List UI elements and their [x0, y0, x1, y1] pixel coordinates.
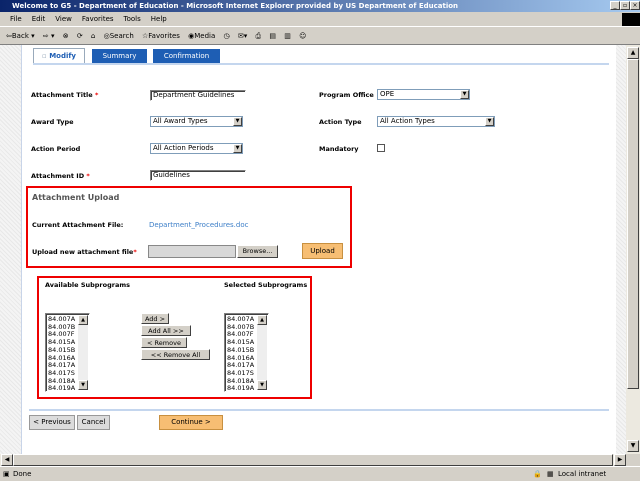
mandatory-label: Mandatory	[319, 145, 359, 153]
browser-viewport: ▫ Modify Summary Confirmation Attachment…	[0, 45, 626, 454]
chevron-down-icon: ▼	[233, 117, 242, 126]
scroll-thumb[interactable]	[627, 59, 639, 389]
action-period-select[interactable]: All Action Periods ▼	[150, 143, 243, 154]
add-button[interactable]: Add >	[141, 313, 169, 324]
minimize-button[interactable]: _	[610, 1, 620, 10]
mandatory-checkbox[interactable]	[377, 144, 385, 152]
edit-icon[interactable]: ▤	[269, 32, 276, 40]
tab-confirmation[interactable]: Confirmation	[153, 49, 220, 64]
new-file-label: Upload new attachment file*	[32, 248, 137, 256]
award-type-label: Award Type	[31, 118, 74, 126]
attachment-title-input[interactable]: Department Guidelines	[150, 90, 246, 101]
scroll-down-icon[interactable]: ▼	[627, 440, 639, 452]
current-file-label: Current Attachment File:	[32, 221, 124, 229]
attachment-upload-section: Attachment Upload Current Attachment Fil…	[26, 186, 352, 268]
previous-button[interactable]: < Previous	[29, 415, 75, 430]
browse-button[interactable]: Browse...	[237, 245, 278, 258]
window-title: Welcome to G5 - Department of Education …	[12, 2, 459, 10]
maximize-button[interactable]: ▫	[620, 1, 630, 10]
file-path-input[interactable]	[148, 245, 236, 258]
zone-text: Local intranet	[558, 470, 607, 478]
chevron-down-icon: ▼	[233, 144, 242, 153]
scroll-left-icon[interactable]: ◀	[1, 454, 13, 466]
scroll-thumb[interactable]	[13, 454, 613, 466]
award-type-select[interactable]: All Award Types ▼	[150, 116, 243, 127]
menu-view[interactable]: View	[55, 15, 72, 23]
available-subprograms-list[interactable]: 84.007A 84.007B 84.007F 84.015A 84.015B 84.01…	[45, 313, 90, 392]
home-icon[interactable]: ⌂	[91, 32, 95, 40]
messenger-icon[interactable]: ☺	[299, 32, 306, 40]
toolbar: ⇦Back ▾ ⇨ ▾ ⊗ ⟳ ⌂ ◎Search ☆Favorites ◉Me…	[0, 27, 640, 45]
scroll-down-icon[interactable]: ▼	[78, 380, 88, 390]
stop-icon[interactable]: ⊗	[63, 32, 69, 40]
menu-tools[interactable]: Tools	[124, 15, 141, 23]
print-icon[interactable]: ⎙	[256, 32, 262, 40]
back-button[interactable]: ⇦Back ▾	[6, 32, 35, 40]
tab-summary[interactable]: Summary	[92, 49, 147, 64]
intranet-icon: ▦	[547, 470, 554, 478]
current-file-link[interactable]: Department_Procedures.doc	[149, 221, 248, 229]
scrollbar[interactable]: ▲ ▼	[257, 315, 267, 390]
scroll-up-icon[interactable]: ▲	[257, 315, 267, 325]
upload-button[interactable]: Upload	[302, 243, 343, 259]
ie-page-icon: ▣	[3, 470, 10, 478]
chevron-down-icon: ▼	[485, 117, 494, 126]
scroll-down-icon[interactable]: ▼	[257, 380, 267, 390]
mail-icon[interactable]: ✉▾	[238, 32, 247, 40]
media-button[interactable]: ◉Media	[188, 32, 215, 40]
horizontal-scrollbar[interactable]: ◀ ▶	[0, 454, 626, 466]
close-button[interactable]: ×	[630, 1, 640, 10]
upload-heading: Attachment Upload	[32, 193, 120, 202]
status-text: Done	[13, 470, 32, 478]
history-icon[interactable]: ◷	[224, 32, 230, 40]
selected-subprograms-label: Selected Subprograms	[224, 281, 308, 289]
selected-subprograms-list[interactable]: 84.007A 84.007B 84.007F 84.015A 84.015B 84.01…	[224, 313, 269, 392]
scroll-right-icon[interactable]: ▶	[614, 454, 626, 466]
action-type-select[interactable]: All Action Types ▼	[377, 116, 495, 127]
available-subprograms-label: Available Subprograms	[45, 281, 130, 289]
program-office-select[interactable]: OPE ▼	[377, 89, 470, 100]
menu-help[interactable]: Help	[151, 15, 167, 23]
lock-icon: 🔒	[533, 470, 542, 478]
divider	[33, 63, 609, 65]
forward-button[interactable]: ⇨ ▾	[43, 32, 55, 40]
scroll-up-icon[interactable]: ▲	[78, 315, 88, 325]
action-period-label: Action Period	[31, 145, 81, 153]
title-bar: Welcome to G5 - Department of Education …	[0, 0, 640, 12]
page-content: ▫ Modify Summary Confirmation Attachment…	[21, 45, 616, 454]
scrollbar[interactable]: ▲ ▼	[78, 315, 88, 390]
discuss-icon[interactable]: ▥	[284, 32, 291, 40]
cancel-button[interactable]: Cancel	[77, 415, 110, 430]
vertical-scrollbar[interactable]: ▲ ▼	[626, 45, 640, 454]
status-bar: ▣ Done 🔒 ▦ Local intranet	[0, 466, 640, 480]
windows-logo	[622, 13, 640, 26]
attachment-title-label: Attachment Title *	[31, 91, 99, 99]
action-type-label: Action Type	[319, 118, 362, 126]
subprograms-section: Available Subprograms Selected Subprogra…	[37, 276, 312, 399]
scroll-up-icon[interactable]: ▲	[627, 47, 639, 59]
menu-file[interactable]: File	[10, 15, 22, 23]
chevron-down-icon: ▼	[460, 90, 469, 99]
favorites-button[interactable]: ☆Favorites	[142, 32, 180, 40]
add-all-button[interactable]: Add All >>	[141, 325, 191, 336]
menu-bar: File Edit View Favorites Tools Help	[0, 12, 640, 27]
attachment-id-input[interactable]: Guidelines	[150, 170, 246, 181]
continue-button[interactable]: Continue >	[159, 415, 223, 430]
attachment-id-label: Attachment ID *	[31, 172, 90, 180]
remove-button[interactable]: < Remove	[141, 337, 187, 348]
divider	[29, 409, 609, 411]
menu-edit[interactable]: Edit	[32, 15, 46, 23]
refresh-icon[interactable]: ⟳	[77, 32, 83, 40]
search-button[interactable]: ◎Search	[104, 32, 134, 40]
menu-favorites[interactable]: Favorites	[82, 15, 114, 23]
program-office-label: Program Office	[319, 91, 374, 99]
remove-all-button[interactable]: << Remove All	[141, 349, 210, 360]
